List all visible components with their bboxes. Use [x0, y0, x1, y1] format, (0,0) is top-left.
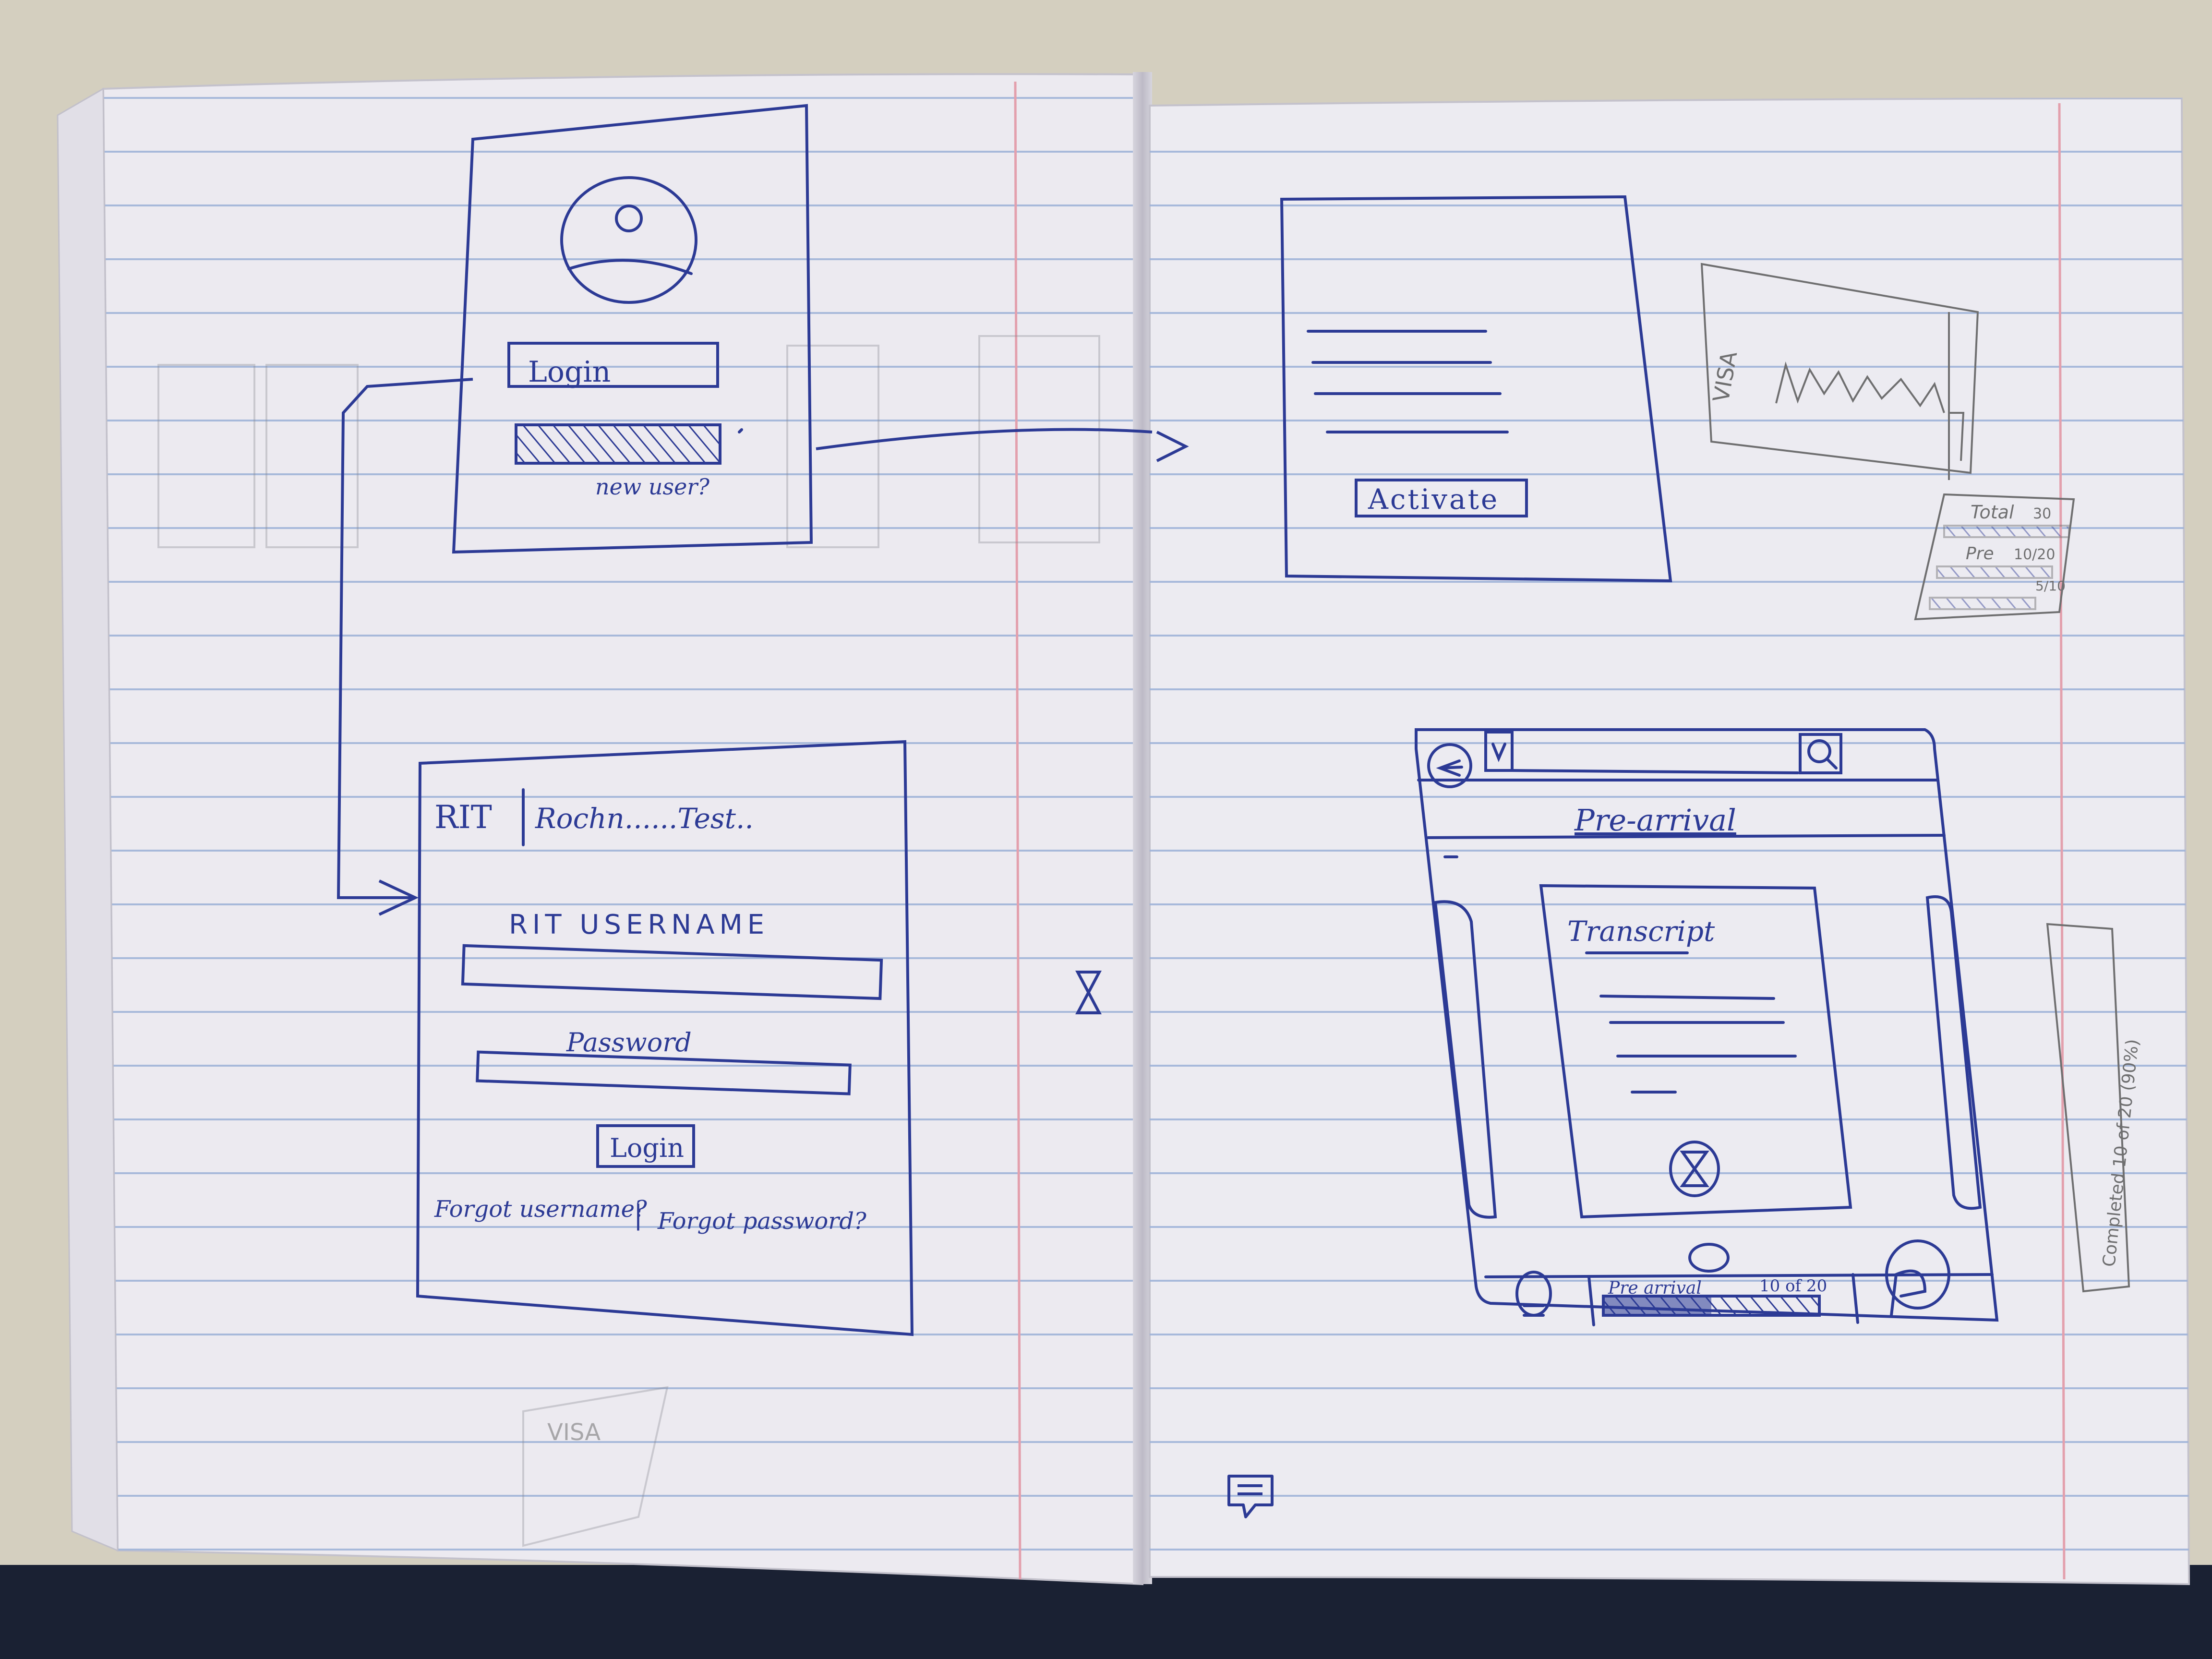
stats-total-value: 30 [2033, 505, 2051, 522]
password-field[interactable] [515, 423, 721, 465]
activate-button-label[interactable]: Activate [1368, 483, 1499, 516]
pre-arrival-title: Pre-arrival [1574, 803, 1736, 838]
notebook-photo: VISA Login new user? RIT Rochn......Test… [0, 0, 2212, 1659]
password-label: Password [566, 1027, 692, 1058]
stats-pre-label: Pre [1966, 544, 1994, 564]
login-field-text: Login [528, 355, 611, 389]
visa-ghost-label: VISA [547, 1419, 601, 1446]
username-label: RIT USERNAME [509, 909, 769, 940]
header-title: Rochn......Test.. [535, 802, 754, 835]
progress-bar-fill [1603, 1296, 1711, 1315]
bottom-bar-count: 10 of 20 [1759, 1276, 1827, 1296]
forgot-separator: | [634, 1200, 643, 1231]
stats-pre-value: 10/20 [2014, 546, 2055, 563]
forgot-username-link[interactable]: Forgot username? [434, 1196, 647, 1223]
new-user-link[interactable]: new user? [595, 474, 709, 500]
forgot-password-link[interactable]: Forgot password? [657, 1208, 866, 1235]
bottom-bar-label: Pre arrival [1608, 1278, 1702, 1298]
transcript-card-title: Transcript [1567, 915, 1715, 948]
login-button-label[interactable]: Login [610, 1133, 684, 1163]
stats-post-value: 5/10 [2035, 578, 2066, 594]
rit-logo: RIT [434, 799, 492, 836]
stats-total-label: Total [1971, 502, 2014, 523]
right-page [1149, 97, 2190, 1586]
